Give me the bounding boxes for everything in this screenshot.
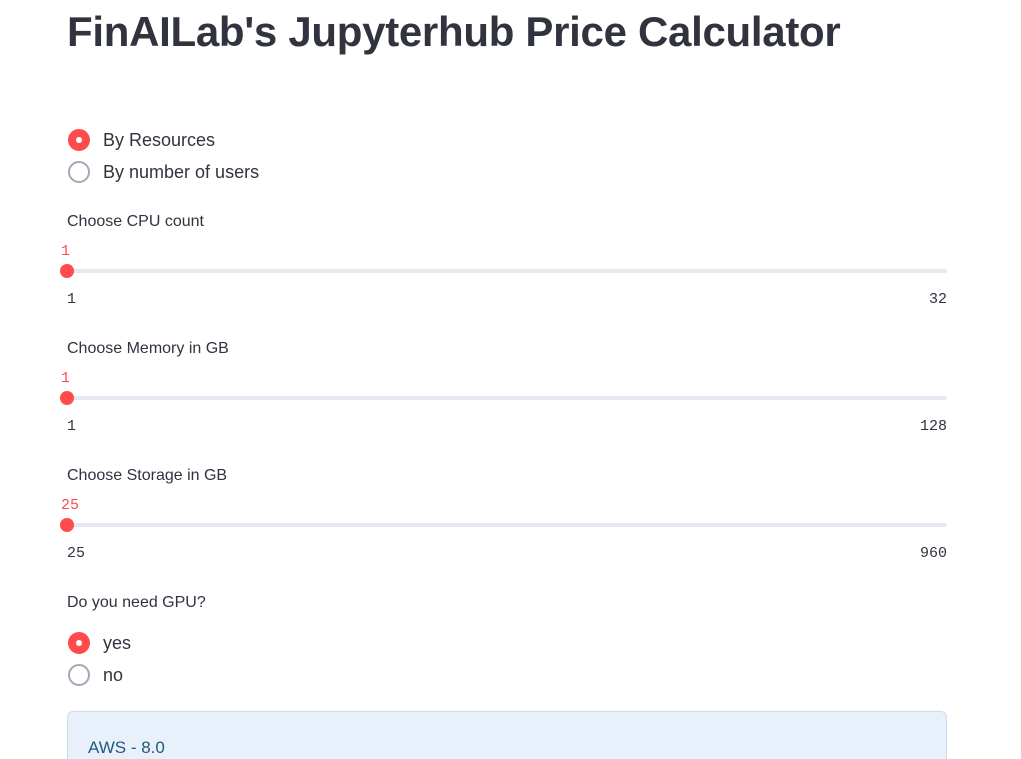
radio-selected-icon [68,129,90,151]
storage-slider[interactable]: 25 25 960 [60,497,947,562]
slider-min-value: 1 [67,418,77,435]
memory-slider-label: Choose Memory in GB [67,340,229,357]
slider-track[interactable] [67,396,947,400]
radio-unselected-icon [68,161,90,183]
slider-max-value: 960 [919,545,947,562]
price-result-text: AWS - 8.0 [88,738,165,757]
cpu-slider[interactable]: 1 1 32 [60,243,947,308]
slider-current-value: 1 [61,243,71,260]
storage-slider-label: Choose Storage in GB [67,467,228,484]
slider-thumb[interactable] [60,264,74,278]
radio-label: By number of users [103,161,260,182]
price-result-box: AWS - 8.0 [67,711,947,759]
slider-thumb[interactable] [60,518,74,532]
cpu-slider-label: Choose CPU count [67,213,204,230]
slider-current-value: 1 [61,370,71,387]
slider-thumb[interactable] [60,391,74,405]
slider-max-value: 128 [919,418,947,435]
page-title: FinAILab's Jupyterhub Price Calculator [67,8,841,55]
slider-track[interactable] [67,269,947,273]
gpu-question-label: Do you need GPU? [67,594,206,611]
slider-track[interactable] [67,523,947,527]
memory-slider[interactable]: 1 1 128 [60,370,947,435]
radio-label: no [103,664,124,685]
slider-min-value: 1 [67,291,77,308]
slider-current-value: 25 [61,497,80,514]
radio-selected-icon [68,632,90,654]
radio-gpu-yes[interactable]: yes [68,630,131,656]
slider-max-value: 32 [928,291,947,308]
radio-gpu-no[interactable]: no [68,662,123,688]
radio-label: yes [103,632,132,653]
radio-by-number-of-users[interactable]: By number of users [68,159,259,185]
radio-unselected-icon [68,664,90,686]
slider-min-value: 25 [67,545,86,562]
radio-by-resources[interactable]: By Resources [68,127,215,153]
radio-label: By Resources [103,129,216,150]
